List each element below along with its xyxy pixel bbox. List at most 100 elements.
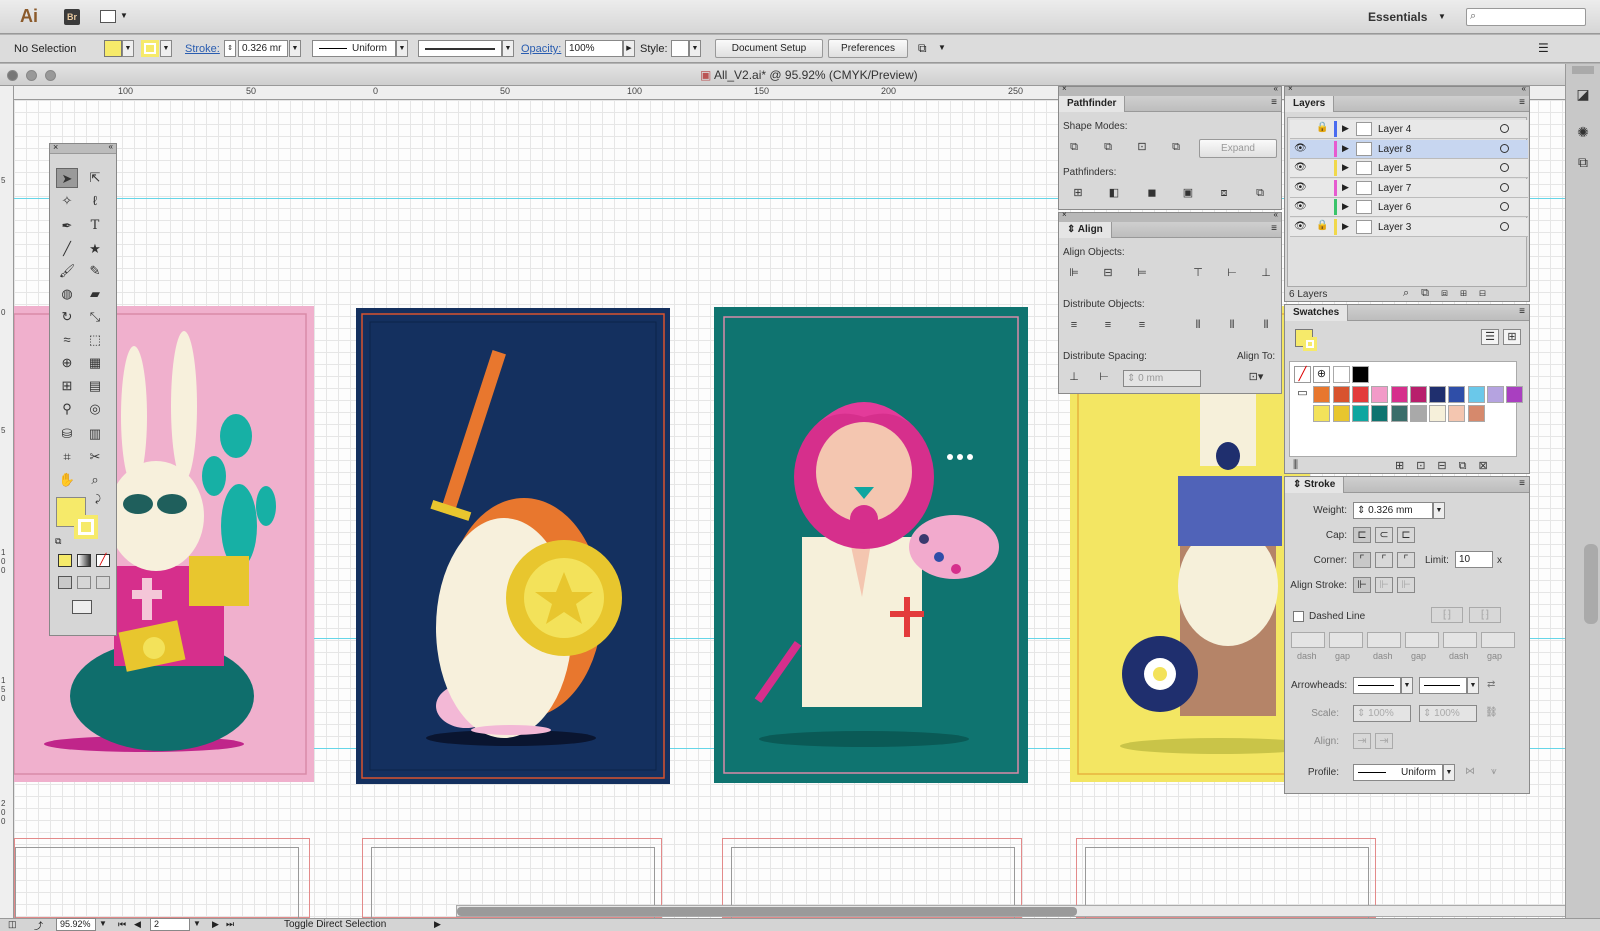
preferences-button[interactable]: Preferences xyxy=(828,39,908,58)
star-tool-icon[interactable]: ★ xyxy=(84,239,106,259)
lock-icon[interactable]: 🔒 xyxy=(1316,122,1330,133)
trim-icon[interactable]: ◧ xyxy=(1105,185,1123,201)
tab-swatches[interactable]: Swatches xyxy=(1285,305,1349,321)
appearance-icon[interactable]: ✺ xyxy=(1574,124,1592,140)
dash-input[interactable] xyxy=(1367,632,1401,648)
distribute-bottom-icon[interactable]: ≡ xyxy=(1133,317,1151,333)
dashed-line-checkbox[interactable] xyxy=(1293,611,1304,622)
search-input[interactable]: ⌕ xyxy=(1466,8,1586,26)
color-swatch[interactable] xyxy=(1313,385,1331,403)
rotate-tool-icon[interactable]: ↻ xyxy=(56,307,78,327)
panel-menu-icon[interactable]: ≡ xyxy=(1519,478,1525,489)
layer-name[interactable]: Layer 4 xyxy=(1378,124,1411,135)
stroke-swatch[interactable] xyxy=(141,40,159,57)
visibility-eye-icon[interactable]: 👁 xyxy=(1294,182,1308,193)
layer-row[interactable]: 👁 ▶ Layer 5 xyxy=(1290,159,1528,178)
artboard-lion[interactable] xyxy=(714,307,1028,783)
expand-triangle-icon[interactable]: ▶ xyxy=(1342,143,1349,154)
default-colors-icon[interactable]: ⧉ xyxy=(55,536,61,547)
opacity-field[interactable]: 100% xyxy=(565,40,623,57)
minus-front-icon[interactable]: ⧉ xyxy=(1099,139,1117,155)
collapse-icon[interactable]: « xyxy=(1274,210,1278,219)
expand-triangle-icon[interactable]: ▶ xyxy=(1342,123,1349,134)
target-circle-icon[interactable] xyxy=(1500,163,1509,172)
align-dash-icon[interactable]: ⁅⁆ xyxy=(1469,607,1501,623)
round-join-icon[interactable]: ⌜ xyxy=(1375,552,1393,568)
chevron-down-icon[interactable]: ▼ xyxy=(938,43,946,52)
panel-menu-icon[interactable]: ≡ xyxy=(1271,97,1277,108)
artboard-next-1[interactable] xyxy=(14,838,310,919)
color-swatch[interactable] xyxy=(1332,405,1350,422)
layer-row[interactable]: 👁 ▶ Layer 6 xyxy=(1290,198,1528,217)
swap-colors-icon[interactable]: ⤸ xyxy=(95,494,101,505)
color-swatch[interactable] xyxy=(1429,385,1447,403)
tools-panel-header[interactable]: × « xyxy=(50,142,116,154)
workspace-switcher[interactable]: Essentials xyxy=(1368,10,1427,24)
intersect-icon[interactable]: ⊡ xyxy=(1133,139,1151,155)
color-swatch[interactable] xyxy=(1448,385,1466,403)
perspective-grid-tool-icon[interactable]: ▦ xyxy=(84,353,106,373)
collapse-icon[interactable]: « xyxy=(1522,84,1526,93)
close-document-button[interactable] xyxy=(7,70,18,81)
color-swatch[interactable] xyxy=(1351,366,1369,383)
selection-tool-icon[interactable]: ➤ xyxy=(56,168,78,188)
draw-normal-icon[interactable] xyxy=(58,576,72,589)
symbol-sprayer-tool-icon[interactable]: ⛁ xyxy=(56,424,78,444)
lasso-tool-icon[interactable]: ℓ xyxy=(84,191,106,211)
exclude-icon[interactable]: ⧉ xyxy=(1167,139,1185,155)
zoom-tool-icon[interactable]: ⌕ xyxy=(84,470,106,490)
tab-align[interactable]: ⇕ Align xyxy=(1059,222,1112,238)
color-swatch[interactable] xyxy=(1332,366,1350,383)
slice-tool-icon[interactable]: ✂ xyxy=(84,447,106,467)
outline-icon[interactable]: ⧈ xyxy=(1215,185,1233,201)
close-icon[interactable]: × xyxy=(1062,84,1067,93)
paintbrush-tool-icon[interactable]: 🖌 xyxy=(56,261,78,281)
color-swatch[interactable] xyxy=(1390,385,1408,403)
profile-dropdown[interactable]: ▼ xyxy=(1443,764,1455,781)
magic-wand-tool-icon[interactable]: ✧ xyxy=(56,191,78,211)
minimize-document-button[interactable] xyxy=(26,70,37,81)
merge-icon[interactable]: ◼ xyxy=(1143,185,1161,201)
line-tool-icon[interactable]: ╱ xyxy=(56,239,78,259)
crop-icon[interactable]: ▣ xyxy=(1179,185,1197,201)
layer-row[interactable]: 👁 🔒 ▶ Layer 3 xyxy=(1290,217,1528,237)
layer-actions[interactable]: ⌕⧉⧈⊞⊟ xyxy=(1403,287,1498,300)
artboard-number-field[interactable]: 2 xyxy=(150,918,190,931)
align-to-selection-icon[interactable]: ⊡▾ xyxy=(1241,369,1271,385)
align-left-icon[interactable]: ⊫ xyxy=(1065,265,1083,281)
dash-input[interactable] xyxy=(1291,632,1325,648)
expand-triangle-icon[interactable]: ▶ xyxy=(1342,221,1349,232)
vertical-scrollbar-thumb[interactable] xyxy=(1584,544,1598,624)
end-scale-input[interactable]: ⇕ 100% xyxy=(1419,705,1477,722)
mesh-tool-icon[interactable]: ⊞ xyxy=(56,376,78,396)
target-circle-icon[interactable] xyxy=(1500,182,1509,192)
stroke-stepper[interactable]: ⇕ xyxy=(224,40,236,57)
graphic-style-swatch[interactable] xyxy=(671,40,689,57)
align-stroke-outside-icon[interactable]: ⊩ xyxy=(1397,577,1415,593)
free-transform-tool-icon[interactable]: ⬚ xyxy=(84,330,106,350)
dock-drag-bar[interactable] xyxy=(1572,66,1594,74)
transparency-icon[interactable]: ⧉ xyxy=(1574,154,1592,170)
color-swatch[interactable] xyxy=(1448,405,1466,422)
visibility-eye-icon[interactable]: 👁 xyxy=(1294,221,1308,232)
horizontal-distribute-space-icon[interactable]: ⊢ xyxy=(1095,369,1113,385)
panel-menu-icon[interactable]: ≡ xyxy=(1519,97,1525,108)
layer-name[interactable]: Layer 7 xyxy=(1378,183,1411,194)
swatch-actions[interactable]: ⊞⊡⊟⧉⊠ xyxy=(1395,459,1500,473)
panel-drag-bar[interactable]: × « xyxy=(1059,210,1281,222)
target-circle-icon[interactable] xyxy=(1500,143,1509,153)
start-scale-input[interactable]: ⇕ 100% xyxy=(1353,705,1411,722)
vertical-ruler[interactable]: 5 0 5 1 0 0 1 5 0 2 0 0 xyxy=(0,86,14,918)
flip-along-icon[interactable]: ⋈ xyxy=(1465,766,1475,777)
stroke-color-swatch[interactable] xyxy=(74,515,98,539)
stroke-weight-dropdown[interactable]: ▼ xyxy=(289,40,301,57)
swap-arrowheads-icon[interactable]: ⇄ xyxy=(1487,679,1495,690)
artboard-tool-icon[interactable]: ⌗ xyxy=(56,447,78,467)
graph-tool-icon[interactable]: ▥ xyxy=(84,424,106,444)
close-icon[interactable]: × xyxy=(53,142,58,152)
target-circle-icon[interactable] xyxy=(1500,202,1509,211)
distribute-left-icon[interactable]: ⦀ xyxy=(1189,317,1207,333)
previous-artboard-icon[interactable]: ◀ xyxy=(134,919,141,930)
color-swatch[interactable] xyxy=(1506,385,1524,403)
fill-swatch[interactable] xyxy=(104,40,122,57)
